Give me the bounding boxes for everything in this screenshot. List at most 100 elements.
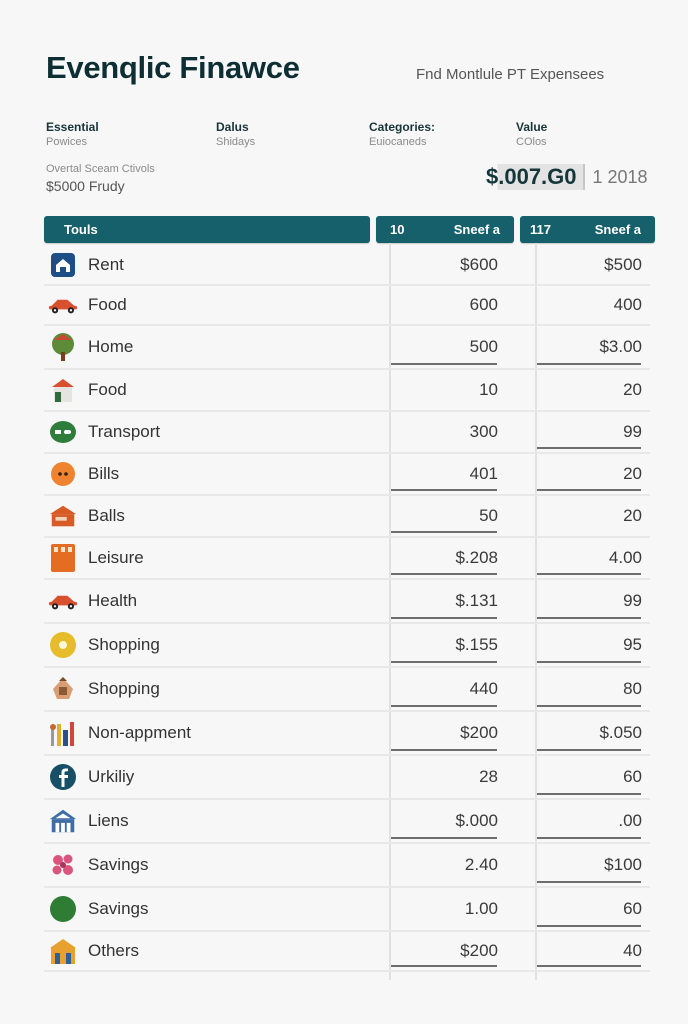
table-row[interactable]: Savings 1.00 60 — [44, 888, 650, 932]
value-col1[interactable]: 1.00 — [388, 899, 498, 919]
cell-underline — [391, 661, 497, 663]
value-col1[interactable]: $600 — [388, 255, 498, 275]
category-name: Home — [88, 337, 134, 356]
meta-sub: Powices — [46, 136, 87, 148]
value-col1[interactable]: 600 — [388, 295, 498, 315]
table-row[interactable]: Transport 300 99 — [44, 412, 650, 454]
header-label: Sneef a — [594, 222, 641, 237]
value-col2[interactable]: 40 — [532, 941, 642, 961]
value-col1[interactable]: 401 — [388, 464, 498, 484]
table-row[interactable]: Health $.131 99 — [44, 580, 650, 624]
table-row[interactable]: Non-appment $200 $.050 — [44, 712, 650, 756]
value-col2[interactable]: 80 — [532, 679, 642, 699]
meta-sub: Shidays — [216, 136, 256, 148]
meta-sub: COlos — [516, 136, 547, 148]
cell-underline — [537, 617, 641, 619]
category-name: Non-appment — [88, 723, 192, 742]
category-name: Food — [88, 295, 127, 314]
cell-underline — [391, 489, 497, 491]
bag-icon — [48, 674, 78, 704]
table-row[interactable]: Balls 50 20 — [44, 496, 650, 538]
cell-underline — [391, 749, 497, 751]
category-name: Savings — [88, 899, 149, 918]
overall-value: $5000 Frudy — [46, 178, 125, 194]
tree-icon — [48, 332, 78, 362]
table-row[interactable]: Rent $600 $500 — [44, 246, 650, 286]
house-icon — [48, 250, 78, 280]
value-col2[interactable]: .00 — [532, 811, 642, 831]
value-col2[interactable]: $100 — [532, 855, 642, 875]
table-row[interactable]: Food 600 400 — [44, 286, 650, 326]
value-col2[interactable]: 60 — [532, 767, 642, 787]
value-col1[interactable]: 28 — [388, 767, 498, 787]
meta-dalus: Dalus Shidays — [216, 120, 255, 148]
table-header-col2[interactable]: 117 Sneef a — [520, 216, 655, 243]
cell-underline — [537, 363, 641, 365]
meta-label: Essential — [46, 120, 99, 134]
cell-underline — [391, 837, 497, 839]
value-col2[interactable]: $500 — [532, 255, 642, 275]
transport-icon — [48, 417, 78, 447]
value-col1[interactable]: $200 — [388, 941, 498, 961]
value-col1[interactable]: $.208 — [388, 548, 498, 568]
category-name: Shopping — [88, 679, 160, 698]
category-name: Liens — [88, 811, 129, 830]
table-row[interactable]: Shopping $.155 95 — [44, 624, 650, 668]
cell-underline — [537, 661, 641, 663]
cell-underline — [391, 705, 497, 707]
cell-underline — [537, 965, 641, 967]
value-col1[interactable]: 500 — [388, 337, 498, 357]
category-name: Transport — [88, 422, 161, 441]
value-col2[interactable]: 400 — [532, 295, 642, 315]
value-col2[interactable]: 20 — [532, 464, 642, 484]
value-col1[interactable]: $.000 — [388, 811, 498, 831]
value-col1[interactable]: 440 — [388, 679, 498, 699]
cell-underline — [391, 531, 497, 533]
value-col2[interactable]: $3.00 — [532, 337, 642, 357]
meta-value: Value COlos — [516, 120, 547, 148]
home-icon — [48, 375, 78, 405]
page-subtitle: Fnd Montlule PT Expensees — [416, 66, 605, 83]
meta-sub: Euiocaneds — [369, 136, 427, 148]
table-row[interactable]: Shopping 440 80 — [44, 668, 650, 712]
table-row[interactable]: Leisure $.208 4.00 — [44, 538, 650, 580]
value-col2[interactable]: 60 — [532, 899, 642, 919]
value-col2[interactable]: 99 — [532, 591, 642, 611]
bank-icon — [48, 806, 78, 836]
value-col2[interactable]: 4.00 — [532, 548, 642, 568]
table-row[interactable]: Liens $.000 .00 — [44, 800, 650, 844]
table-row[interactable]: Urkiliy 28 60 — [44, 756, 650, 800]
value-col1[interactable]: 2.40 — [388, 855, 498, 875]
total-value: $.007.G0 — [486, 164, 585, 190]
value-col2[interactable]: 20 — [532, 506, 642, 526]
table-header-col1[interactable]: 10 Sneef a — [376, 216, 514, 243]
table-row[interactable]: Home 500 $3.00 — [44, 326, 650, 370]
category-name: Others — [88, 941, 140, 960]
value-col1[interactable]: 50 — [388, 506, 498, 526]
header-num: 10 — [390, 222, 405, 237]
table-row[interactable]: Others $200 40 — [44, 932, 650, 972]
value-col2[interactable]: 95 — [532, 635, 642, 655]
value-col1[interactable]: 300 — [388, 422, 498, 442]
category-name: Food — [88, 380, 127, 399]
value-col1[interactable]: $.155 — [388, 635, 498, 655]
value-col1[interactable]: $200 — [388, 723, 498, 743]
value-col2[interactable]: 99 — [532, 422, 642, 442]
meta-label: Categories: — [369, 120, 436, 134]
table-row[interactable]: Bills 401 20 — [44, 454, 650, 496]
tools-icon — [48, 718, 78, 748]
category-name: Bills — [88, 464, 120, 483]
expense-table: Rent $600 $500 Food 600 400 Home 500 $3.00 Food 10… — [44, 246, 650, 972]
car-icon — [48, 586, 78, 616]
cell-underline — [537, 489, 641, 491]
value-col2[interactable]: 20 — [532, 380, 642, 400]
cell-underline — [537, 749, 641, 751]
value-col2[interactable]: $.050 — [532, 723, 642, 743]
table-header-main[interactable]: Touls — [44, 216, 370, 243]
value-col1[interactable]: 10 — [388, 380, 498, 400]
table-row[interactable]: Food 10 20 — [44, 370, 650, 412]
category-name: Rent — [88, 255, 124, 274]
value-col1[interactable]: $.131 — [388, 591, 498, 611]
table-row[interactable]: Savings 2.40 $100 — [44, 844, 650, 888]
total-year: 1 2018 — [592, 166, 648, 187]
